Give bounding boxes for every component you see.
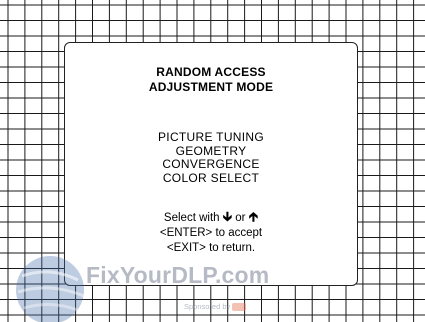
arrow-up-icon: 🡱 — [248, 209, 259, 224]
instructions: Select with 🡳 or 🡱 <ENTER> to accept <EX… — [65, 209, 357, 256]
menu-title-line2: ADJUSTMENT MODE — [148, 80, 274, 94]
adjustment-menu: RANDOM ACCESS ADJUSTMENT MODE PICTURE TU… — [64, 42, 358, 286]
menu-title: RANDOM ACCESS ADJUSTMENT MODE — [65, 65, 357, 95]
arrow-down-icon: 🡳 — [222, 209, 233, 224]
menu-item-list: PICTURE TUNING GEOMETRY CONVERGENCE COLO… — [65, 130, 357, 186]
menu-item-color-select[interactable]: COLOR SELECT — [65, 171, 357, 186]
menu-item-convergence[interactable]: CONVERGENCE — [65, 157, 357, 172]
instruction-or: or — [235, 212, 246, 224]
menu-item-geometry[interactable]: GEOMETRY — [65, 144, 357, 159]
instruction-exit: <EXIT> to return. — [166, 242, 256, 254]
instruction-select: Select with 🡳 or 🡱 — [65, 209, 357, 226]
menu-item-picture-tuning[interactable]: PICTURE TUNING — [65, 130, 357, 145]
convergence-test-screen: RANDOM ACCESS ADJUSTMENT MODE PICTURE TU… — [0, 0, 425, 322]
instruction-select-prefix: Select with — [163, 212, 220, 224]
instruction-enter: <ENTER> to accept — [159, 227, 263, 239]
menu-title-line1: RANDOM ACCESS — [156, 65, 266, 79]
